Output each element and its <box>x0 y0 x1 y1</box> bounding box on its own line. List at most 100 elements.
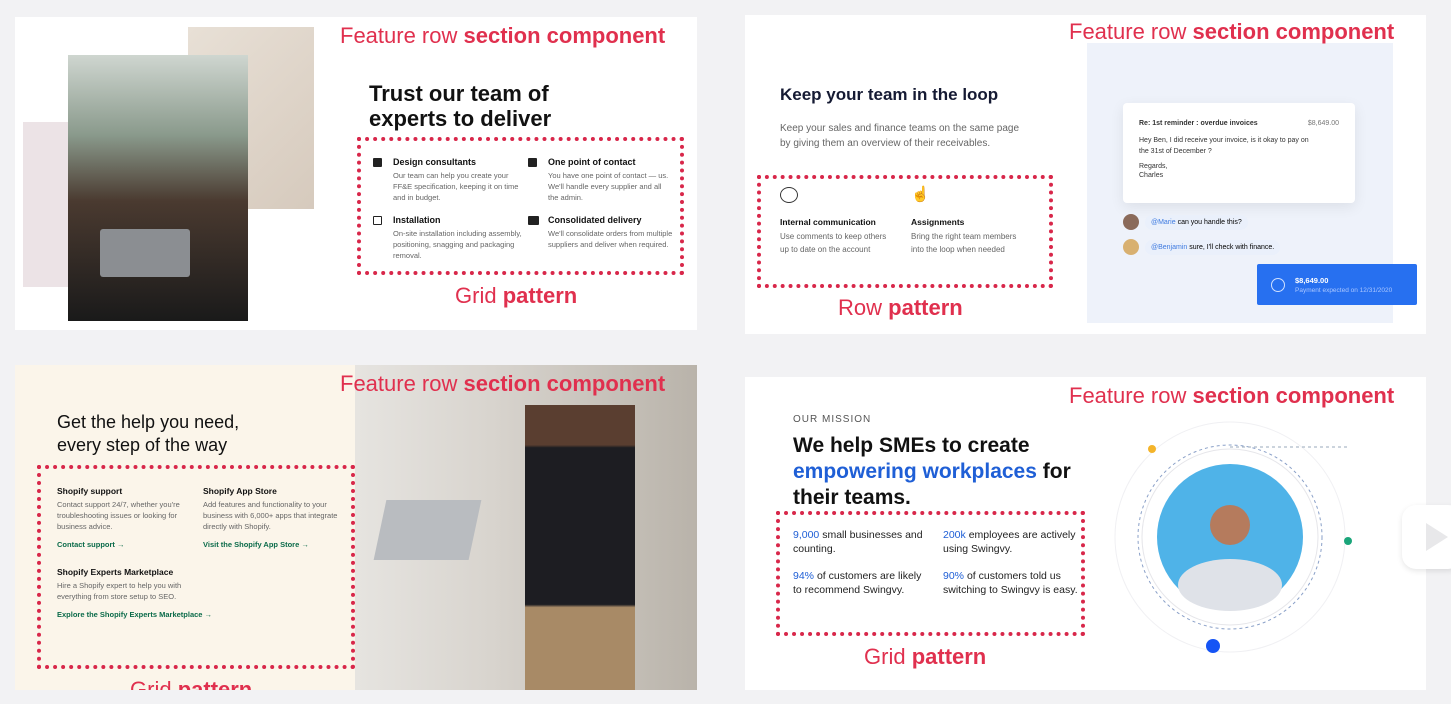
feature-item: Consolidated delivery We'll consolidate o… <box>528 215 673 261</box>
feature-title: Assignments <box>911 217 965 227</box>
photo-man-at-laptop <box>355 365 697 690</box>
feature-title: Consolidated delivery <box>548 215 642 225</box>
yellow-dot <box>1148 445 1156 453</box>
feature-title: Shopify support <box>57 486 123 496</box>
feature-desc: Add features and functionality to your b… <box>203 500 338 531</box>
stats-grid: 9,000 small businesses and counting. 200… <box>793 528 1083 597</box>
feature-title: Design consultants <box>393 157 477 167</box>
stat-item: 9,000 small businesses and counting. <box>793 528 928 556</box>
section-title: Get the help you need, every step of the… <box>57 412 240 455</box>
feature-item: Installation On-site installation includi… <box>373 215 528 261</box>
feature-item: Shopify support Contact support 24/7, whe… <box>57 486 203 549</box>
section-title: Trust our team of experts to deliver <box>369 81 552 131</box>
annotation-pattern: Grid pattern <box>864 644 987 669</box>
feature-title: Shopify App Store <box>203 486 277 496</box>
title-text: their teams. <box>793 486 911 509</box>
title-accent: empowering workplaces <box>793 460 1037 483</box>
panel-shopify-help: Feature row section component Get the he… <box>15 365 697 690</box>
laptop <box>100 229 190 277</box>
stat-item: 94% of customers are likely to recommend… <box>793 569 928 597</box>
feature-title: One point of contact <box>548 157 636 167</box>
title-text: for <box>1042 460 1071 483</box>
feature-item: Shopify App Store Add features and functi… <box>203 486 347 549</box>
stat-text: of customers told us switching to Swingv… <box>943 570 1078 596</box>
portrait-sweater <box>1178 559 1282 611</box>
section-title: We help SMEs to create empowering workpl… <box>793 433 1093 511</box>
annotation-component: Feature row section component <box>340 371 666 396</box>
stat-value: 9,000 <box>793 529 820 541</box>
stat-item: 200k employees are actively using Swingv… <box>943 528 1083 556</box>
man <box>525 405 635 690</box>
annotation-pattern: Grid pattern <box>130 677 253 690</box>
feature-desc: Our team can help you create your FF&E s… <box>393 171 519 202</box>
orbit-illustration <box>1114 421 1352 653</box>
avatar <box>1123 239 1139 255</box>
panel-team-loop: Feature row section component Keep your … <box>745 15 1426 334</box>
feature-title: Internal communication <box>780 217 876 227</box>
section-title: Keep your team in the loop <box>780 85 999 104</box>
avatar <box>1123 214 1139 230</box>
annotation-component: Feature row section component <box>1069 383 1395 408</box>
blue-dot <box>1206 639 1220 653</box>
grid-icon <box>373 158 382 167</box>
comment-text: can you handle this? <box>1177 218 1242 226</box>
email-signature: Charles <box>1139 172 1164 179</box>
feature-item: Internal communication Use comments to k… <box>780 187 895 256</box>
chat-bubble-icon <box>780 187 798 203</box>
id-card-icon <box>528 158 537 167</box>
laptop <box>373 500 482 560</box>
feature-desc: Bring the right team members into the lo… <box>911 232 1017 254</box>
feature-title: Shopify Experts Marketplace <box>57 567 174 577</box>
photo-two-women-laptop <box>68 55 248 321</box>
portrait-face <box>1210 505 1250 545</box>
email-subject: Re: 1st reminder : overdue invoices <box>1139 120 1258 127</box>
experts-marketplace-link[interactable]: Explore the Shopify Experts Marketplace … <box>57 610 212 619</box>
install-icon <box>373 216 382 225</box>
eyebrow: OUR MISSION <box>793 414 872 425</box>
mention: @Benjamin <box>1151 243 1188 251</box>
pointer-hand-icon: ☝ <box>911 186 930 203</box>
panel-trust-team: Feature row section component Trust our … <box>15 17 697 330</box>
video-play-icon[interactable] <box>1402 505 1451 569</box>
annotation-pattern: Grid pattern <box>455 283 578 308</box>
green-dot <box>1344 537 1352 545</box>
contact-support-link[interactable]: Contact support → <box>57 540 203 549</box>
comment-text: sure, I'll check with finance. <box>1189 243 1275 251</box>
panel-mission: Feature row section component OUR MISSIO… <box>745 377 1426 690</box>
stat-value: 94% <box>793 570 815 582</box>
email-amount: $8,649.00 <box>1307 120 1339 127</box>
comment: @Benjamin sure, I'll check with finance. <box>1123 239 1281 255</box>
stat-value: 200k <box>943 529 966 541</box>
feature-desc: Contact support 24/7, whether you're tro… <box>57 500 180 531</box>
email-body: Hey Ben, I did receive your invoice, is … <box>1139 137 1309 155</box>
feature-item: One point of contact You have one point o… <box>528 157 673 203</box>
stat-item: 90% of customers told us switching to Sw… <box>943 569 1083 597</box>
feature-item: Design consultants Our team can help you … <box>373 157 528 203</box>
section-desc: Keep your sales and finance teams on the… <box>780 123 1020 149</box>
feature-desc: You have one point of contact — us. We'l… <box>548 171 669 202</box>
comment: @Marie can you handle this? <box>1123 214 1248 230</box>
feature-title: Installation <box>393 215 441 225</box>
feature-item: ☝ Assignments Bring the right team membe… <box>911 187 1031 256</box>
feature-desc: We'll consolidate orders from multiple s… <box>548 229 673 249</box>
annotation-pattern: Row pattern <box>838 295 963 320</box>
payment-note: Payment expected on 12/31/2020 <box>1295 286 1393 294</box>
truck-icon <box>528 216 539 225</box>
feature-item: Shopify Experts Marketplace Hire a Shopif… <box>57 567 212 619</box>
annotation-component: Feature row section component <box>340 23 666 48</box>
app-store-link[interactable]: Visit the Shopify App Store → <box>203 540 347 549</box>
feature-grid: Shopify support Contact support 24/7, whe… <box>57 486 347 619</box>
clock-icon <box>1271 277 1285 292</box>
title-text: We help SMEs to create <box>793 434 1030 457</box>
feature-desc: On-site installation including assembly,… <box>393 229 522 260</box>
mention: @Marie <box>1151 218 1176 226</box>
feature-desc: Use comments to keep others up to date o… <box>780 232 887 254</box>
payment-card: $8,649.00 Payment expected on 12/31/2020 <box>1257 264 1417 305</box>
feature-grid: Design consultants Our team can help you … <box>373 157 673 261</box>
email-regards: Regards, <box>1139 163 1168 170</box>
annotation-component: Feature row section component <box>1069 19 1395 44</box>
stat-value: 90% <box>943 570 965 582</box>
feature-desc: Hire a Shopify expert to help you with e… <box>57 581 182 601</box>
email-card: Re: 1st reminder : overdue invoices $8,64… <box>1123 103 1355 203</box>
payment-amount: $8,649.00 <box>1295 275 1329 285</box>
